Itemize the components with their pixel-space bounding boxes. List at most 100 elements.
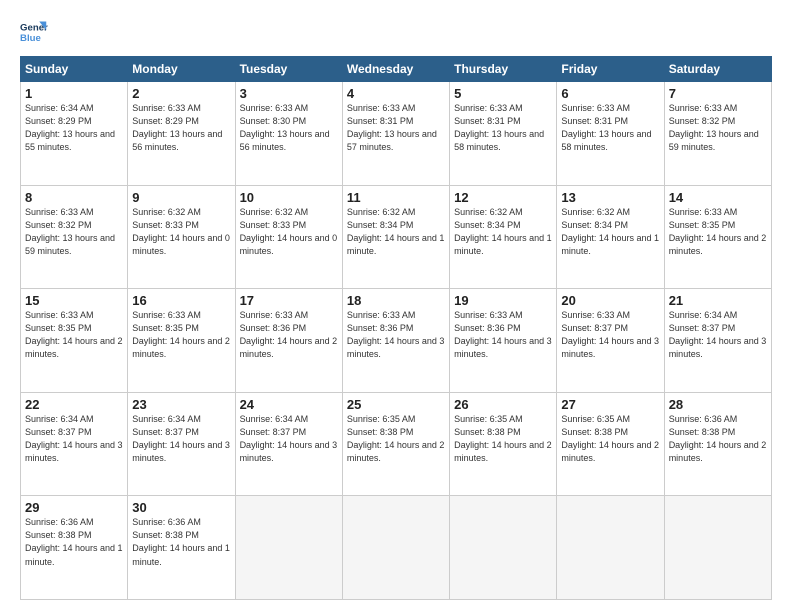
day-number: 7 [669,86,767,101]
logo-icon: General Blue [20,18,48,46]
day-info: Sunrise: 6:35 AM Sunset: 8:38 PM Dayligh… [347,413,445,465]
day-number: 13 [561,190,659,205]
day-number: 4 [347,86,445,101]
day-number: 2 [132,86,230,101]
weekday-header-sunday: Sunday [21,57,128,82]
day-info: Sunrise: 6:32 AM Sunset: 8:33 PM Dayligh… [132,206,230,258]
day-info: Sunrise: 6:33 AM Sunset: 8:36 PM Dayligh… [347,309,445,361]
day-number: 15 [25,293,123,308]
weekday-header-saturday: Saturday [664,57,771,82]
calendar-cell: 11Sunrise: 6:32 AM Sunset: 8:34 PM Dayli… [342,185,449,289]
day-number: 11 [347,190,445,205]
day-number: 17 [240,293,338,308]
calendar-cell: 8Sunrise: 6:33 AM Sunset: 8:32 PM Daylig… [21,185,128,289]
day-number: 23 [132,397,230,412]
calendar-cell: 16Sunrise: 6:33 AM Sunset: 8:35 PM Dayli… [128,289,235,393]
calendar-cell: 17Sunrise: 6:33 AM Sunset: 8:36 PM Dayli… [235,289,342,393]
svg-text:Blue: Blue [20,33,41,44]
day-number: 29 [25,500,123,515]
calendar-cell: 12Sunrise: 6:32 AM Sunset: 8:34 PM Dayli… [450,185,557,289]
day-info: Sunrise: 6:34 AM Sunset: 8:37 PM Dayligh… [240,413,338,465]
day-number: 12 [454,190,552,205]
day-info: Sunrise: 6:34 AM Sunset: 8:37 PM Dayligh… [132,413,230,465]
day-info: Sunrise: 6:33 AM Sunset: 8:29 PM Dayligh… [132,102,230,154]
calendar-cell: 7Sunrise: 6:33 AM Sunset: 8:32 PM Daylig… [664,82,771,186]
calendar-cell: 15Sunrise: 6:33 AM Sunset: 8:35 PM Dayli… [21,289,128,393]
day-number: 10 [240,190,338,205]
day-info: Sunrise: 6:35 AM Sunset: 8:38 PM Dayligh… [561,413,659,465]
day-info: Sunrise: 6:33 AM Sunset: 8:32 PM Dayligh… [669,102,767,154]
calendar-cell: 18Sunrise: 6:33 AM Sunset: 8:36 PM Dayli… [342,289,449,393]
day-number: 26 [454,397,552,412]
day-number: 6 [561,86,659,101]
calendar-cell: 6Sunrise: 6:33 AM Sunset: 8:31 PM Daylig… [557,82,664,186]
weekday-header-tuesday: Tuesday [235,57,342,82]
day-number: 27 [561,397,659,412]
calendar-cell: 22Sunrise: 6:34 AM Sunset: 8:37 PM Dayli… [21,392,128,496]
weekday-header-monday: Monday [128,57,235,82]
calendar-cell: 10Sunrise: 6:32 AM Sunset: 8:33 PM Dayli… [235,185,342,289]
day-info: Sunrise: 6:34 AM Sunset: 8:37 PM Dayligh… [669,309,767,361]
day-info: Sunrise: 6:34 AM Sunset: 8:29 PM Dayligh… [25,102,123,154]
day-info: Sunrise: 6:33 AM Sunset: 8:30 PM Dayligh… [240,102,338,154]
day-number: 25 [347,397,445,412]
calendar-cell: 28Sunrise: 6:36 AM Sunset: 8:38 PM Dayli… [664,392,771,496]
calendar-cell [664,496,771,600]
day-number: 22 [25,397,123,412]
calendar-cell: 25Sunrise: 6:35 AM Sunset: 8:38 PM Dayli… [342,392,449,496]
day-info: Sunrise: 6:33 AM Sunset: 8:36 PM Dayligh… [454,309,552,361]
calendar-cell [342,496,449,600]
day-info: Sunrise: 6:33 AM Sunset: 8:32 PM Dayligh… [25,206,123,258]
day-number: 3 [240,86,338,101]
calendar-cell: 27Sunrise: 6:35 AM Sunset: 8:38 PM Dayli… [557,392,664,496]
calendar-cell [235,496,342,600]
day-number: 5 [454,86,552,101]
calendar-cell [557,496,664,600]
logo: General Blue [20,18,48,46]
calendar-cell: 4Sunrise: 6:33 AM Sunset: 8:31 PM Daylig… [342,82,449,186]
day-number: 19 [454,293,552,308]
calendar-cell: 2Sunrise: 6:33 AM Sunset: 8:29 PM Daylig… [128,82,235,186]
calendar-cell: 13Sunrise: 6:32 AM Sunset: 8:34 PM Dayli… [557,185,664,289]
calendar-cell: 20Sunrise: 6:33 AM Sunset: 8:37 PM Dayli… [557,289,664,393]
day-info: Sunrise: 6:36 AM Sunset: 8:38 PM Dayligh… [669,413,767,465]
day-info: Sunrise: 6:34 AM Sunset: 8:37 PM Dayligh… [25,413,123,465]
calendar-cell [450,496,557,600]
day-info: Sunrise: 6:32 AM Sunset: 8:34 PM Dayligh… [561,206,659,258]
day-number: 14 [669,190,767,205]
calendar-cell: 24Sunrise: 6:34 AM Sunset: 8:37 PM Dayli… [235,392,342,496]
page-header: General Blue [20,18,772,46]
day-info: Sunrise: 6:36 AM Sunset: 8:38 PM Dayligh… [132,516,230,568]
weekday-header-wednesday: Wednesday [342,57,449,82]
day-info: Sunrise: 6:33 AM Sunset: 8:35 PM Dayligh… [25,309,123,361]
day-info: Sunrise: 6:33 AM Sunset: 8:31 PM Dayligh… [454,102,552,154]
day-info: Sunrise: 6:33 AM Sunset: 8:35 PM Dayligh… [132,309,230,361]
day-info: Sunrise: 6:33 AM Sunset: 8:31 PM Dayligh… [561,102,659,154]
weekday-header-friday: Friday [557,57,664,82]
day-number: 28 [669,397,767,412]
calendar-cell: 19Sunrise: 6:33 AM Sunset: 8:36 PM Dayli… [450,289,557,393]
day-info: Sunrise: 6:36 AM Sunset: 8:38 PM Dayligh… [25,516,123,568]
calendar-cell: 29Sunrise: 6:36 AM Sunset: 8:38 PM Dayli… [21,496,128,600]
day-number: 18 [347,293,445,308]
calendar-cell: 30Sunrise: 6:36 AM Sunset: 8:38 PM Dayli… [128,496,235,600]
day-info: Sunrise: 6:33 AM Sunset: 8:35 PM Dayligh… [669,206,767,258]
calendar-cell: 26Sunrise: 6:35 AM Sunset: 8:38 PM Dayli… [450,392,557,496]
day-info: Sunrise: 6:33 AM Sunset: 8:37 PM Dayligh… [561,309,659,361]
day-number: 30 [132,500,230,515]
day-info: Sunrise: 6:33 AM Sunset: 8:31 PM Dayligh… [347,102,445,154]
day-info: Sunrise: 6:32 AM Sunset: 8:34 PM Dayligh… [347,206,445,258]
calendar-cell: 5Sunrise: 6:33 AM Sunset: 8:31 PM Daylig… [450,82,557,186]
day-number: 9 [132,190,230,205]
day-number: 20 [561,293,659,308]
day-number: 24 [240,397,338,412]
day-info: Sunrise: 6:35 AM Sunset: 8:38 PM Dayligh… [454,413,552,465]
day-number: 16 [132,293,230,308]
day-number: 21 [669,293,767,308]
calendar-cell: 14Sunrise: 6:33 AM Sunset: 8:35 PM Dayli… [664,185,771,289]
calendar-cell: 21Sunrise: 6:34 AM Sunset: 8:37 PM Dayli… [664,289,771,393]
day-number: 1 [25,86,123,101]
calendar-cell: 1Sunrise: 6:34 AM Sunset: 8:29 PM Daylig… [21,82,128,186]
calendar-table: SundayMondayTuesdayWednesdayThursdayFrid… [20,56,772,600]
weekday-header-thursday: Thursday [450,57,557,82]
